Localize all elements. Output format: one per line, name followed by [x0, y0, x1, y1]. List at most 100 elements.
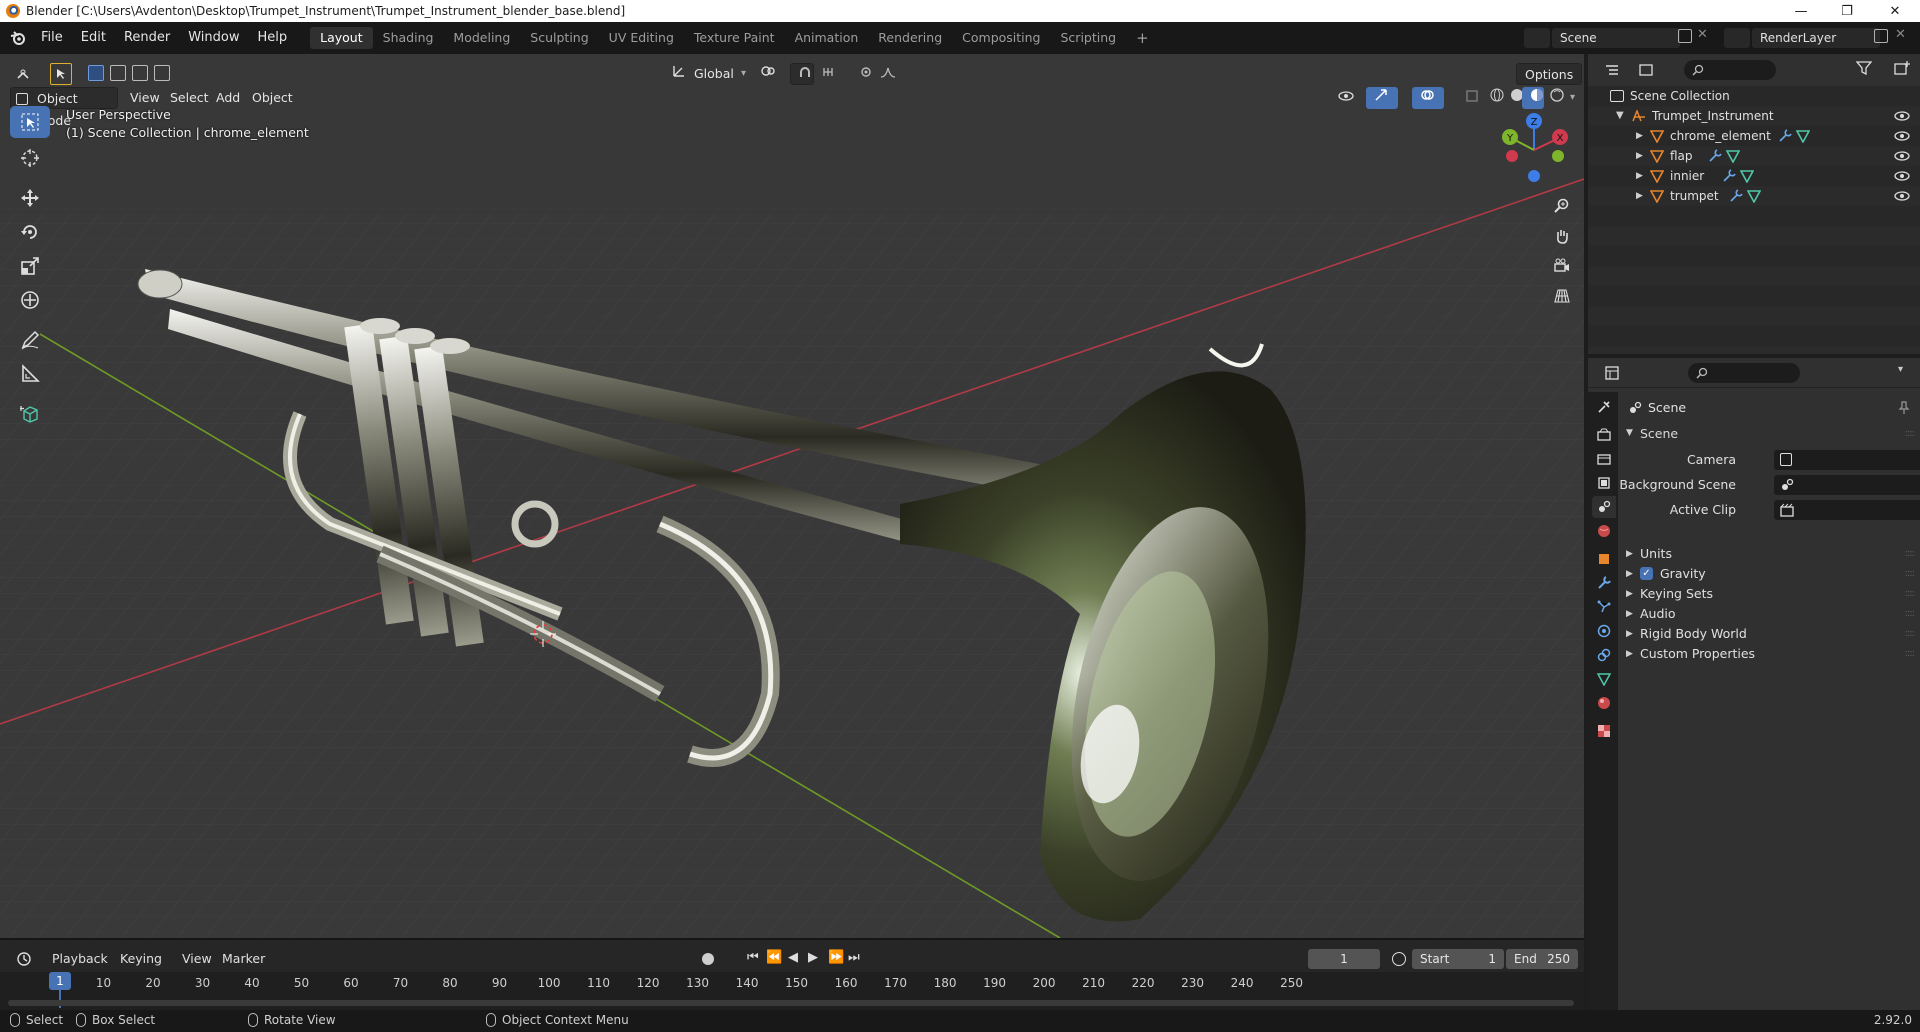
eye-icon[interactable]	[1894, 111, 1910, 121]
editor-type-icon[interactable]	[10, 63, 36, 85]
background-scene-field[interactable]	[1774, 475, 1920, 495]
solid-shading-icon[interactable]	[1502, 87, 1524, 109]
scene-panel-title[interactable]: Scene	[1640, 426, 1678, 441]
mesh-data-icon[interactable]	[1796, 129, 1810, 143]
outliner-row-collection[interactable]: ▼ Trumpet_Instrument	[1588, 106, 1920, 126]
scale-tool-icon[interactable]	[10, 250, 50, 282]
tool-tab-icon[interactable]	[1592, 396, 1616, 418]
outliner-row-trumpet[interactable]: ▶ trumpet	[1588, 186, 1920, 206]
annotate-tool-icon[interactable]	[10, 324, 50, 356]
section-rigid-body-world[interactable]: ▶ Rigid Body World::::	[1618, 624, 1920, 644]
tab-animation[interactable]: Animation	[785, 27, 869, 49]
outliner-row-chrome_element[interactable]: ▶ chrome_element	[1588, 126, 1920, 146]
particles-tab-icon[interactable]	[1592, 596, 1616, 618]
outliner-row-innier[interactable]: ▶ innier	[1588, 166, 1920, 186]
expand-arrow-icon[interactable]: ▶	[1626, 584, 1633, 604]
menu-window[interactable]: Window	[179, 27, 248, 49]
drag-handle-icon[interactable]: ::::	[1905, 428, 1916, 439]
material-preview-shading-icon[interactable]	[1522, 87, 1544, 109]
menu-file[interactable]: File	[32, 27, 72, 49]
eye-icon[interactable]	[1894, 131, 1910, 141]
perspective-toggle-icon[interactable]	[1548, 282, 1576, 310]
section-gravity[interactable]: ▶ ✓ Gravity::::	[1618, 564, 1920, 584]
tab-modeling[interactable]: Modeling	[443, 27, 520, 49]
camera-field[interactable]	[1774, 450, 1920, 470]
remove-scene-icon[interactable]: ✕	[1697, 27, 1708, 42]
mesh-data-icon[interactable]	[1726, 149, 1740, 163]
snap-icon[interactable]	[790, 63, 814, 85]
select-tool-icon[interactable]	[50, 63, 72, 85]
section-keying-sets[interactable]: ▶ Keying Sets::::	[1618, 584, 1920, 604]
expand-arrow-icon[interactable]: ▶	[1636, 146, 1643, 166]
3d-viewport[interactable]: Global ▾ Options Object Mode View Select…	[0, 54, 1584, 938]
material-tab-icon[interactable]	[1592, 692, 1616, 714]
modifier-wrench-icon[interactable]	[1722, 169, 1736, 183]
drag-handle-icon[interactable]: ::::	[1905, 564, 1916, 584]
camera-view-icon[interactable]	[1548, 252, 1576, 280]
tab-shading[interactable]: Shading	[373, 27, 444, 49]
expand-arrow-icon[interactable]: ▶	[1626, 624, 1633, 644]
close-button[interactable]: ✕	[1872, 0, 1918, 22]
physics-tab-icon[interactable]	[1592, 620, 1616, 642]
eye-icon[interactable]	[1894, 151, 1910, 161]
options-dropdown[interactable]: Options	[1516, 63, 1583, 85]
tab-scripting[interactable]: Scripting	[1051, 27, 1127, 49]
select-mode-icons[interactable]	[88, 65, 184, 83]
tab-uv-editing[interactable]: UV Editing	[599, 27, 684, 49]
drag-handle-icon[interactable]: ::::	[1905, 624, 1916, 644]
add-workspace-button[interactable]: +	[1126, 27, 1159, 49]
zoom-icon[interactable]	[1548, 192, 1576, 220]
properties-editor-type-icon[interactable]	[1598, 363, 1626, 383]
texture-tab-icon[interactable]	[1592, 720, 1616, 742]
remove-view-layer-icon[interactable]: ✕	[1895, 27, 1906, 42]
xray-toggle-icon[interactable]	[1458, 87, 1480, 109]
drag-handle-icon[interactable]: ::::	[1905, 644, 1916, 664]
modifier-wrench-icon[interactable]	[1778, 129, 1792, 143]
new-scene-icon[interactable]	[1678, 29, 1692, 43]
section-custom-properties[interactable]: ▶ Custom Properties::::	[1618, 644, 1920, 664]
properties-search-input[interactable]	[1688, 363, 1800, 383]
menu-object[interactable]: Object	[244, 87, 301, 109]
scene-icon[interactable]	[1524, 28, 1550, 48]
object-visibility-icon[interactable]	[1330, 87, 1360, 109]
navigation-gizmo[interactable]: Z X Y	[1496, 112, 1572, 188]
drag-handle-icon[interactable]: ::::	[1905, 604, 1916, 624]
tab-compositing[interactable]: Compositing	[952, 27, 1050, 49]
tab-sculpting[interactable]: Sculpting	[520, 27, 598, 49]
wireframe-shading-icon[interactable]	[1482, 87, 1504, 109]
pin-icon[interactable]	[1898, 401, 1910, 415]
display-mode-icon[interactable]	[1632, 60, 1660, 80]
menu-add[interactable]: Add	[208, 87, 248, 109]
select-box-tool-icon[interactable]	[10, 106, 50, 138]
outliner-row-flap[interactable]: ▶ flap	[1588, 146, 1920, 166]
rendered-shading-icon[interactable]	[1542, 87, 1564, 109]
transform-tool-icon[interactable]	[10, 284, 50, 316]
expand-arrow-icon[interactable]: ▶	[1636, 126, 1643, 146]
overlays-toggle-icon[interactable]	[1412, 87, 1444, 109]
shading-dropdown-icon[interactable]: ▾	[1562, 87, 1580, 109]
pan-hand-icon[interactable]	[1548, 222, 1576, 250]
menu-edit[interactable]: Edit	[72, 27, 115, 49]
section-units[interactable]: ▶ Units::::	[1618, 544, 1920, 564]
mesh-data-icon[interactable]	[1740, 169, 1754, 183]
drag-handle-icon[interactable]: ::::	[1905, 544, 1916, 564]
view-layer-icon[interactable]	[1724, 28, 1750, 48]
frame-ruler[interactable]: 10 20 30 40 50 60 70 80 90 100 110 120 130 140 150 160 1…	[0, 972, 1584, 1010]
cursor-tool-icon[interactable]	[10, 142, 50, 174]
playhead[interactable]: 1	[49, 972, 71, 990]
view-layer-tab-icon[interactable]	[1592, 472, 1616, 494]
modifier-wrench-icon[interactable]	[1708, 149, 1722, 163]
rotate-tool-icon[interactable]	[10, 216, 50, 248]
menu-help[interactable]: Help	[249, 27, 297, 49]
drag-handle-icon[interactable]: ::::	[1905, 584, 1916, 604]
tab-rendering[interactable]: Rendering	[868, 27, 952, 49]
menu-render[interactable]: Render	[115, 27, 179, 49]
collapse-arrow-icon[interactable]: ▼	[1616, 106, 1624, 126]
pivot-point-icon[interactable]	[752, 63, 782, 85]
snap-target-icon[interactable]	[814, 63, 848, 85]
modifier-wrench-icon[interactable]	[1729, 189, 1743, 203]
constraints-tab-icon[interactable]	[1592, 644, 1616, 666]
output-tab-icon[interactable]	[1592, 448, 1616, 470]
menu-view[interactable]: View	[122, 87, 168, 109]
expand-arrow-icon[interactable]: ▶	[1626, 604, 1633, 624]
